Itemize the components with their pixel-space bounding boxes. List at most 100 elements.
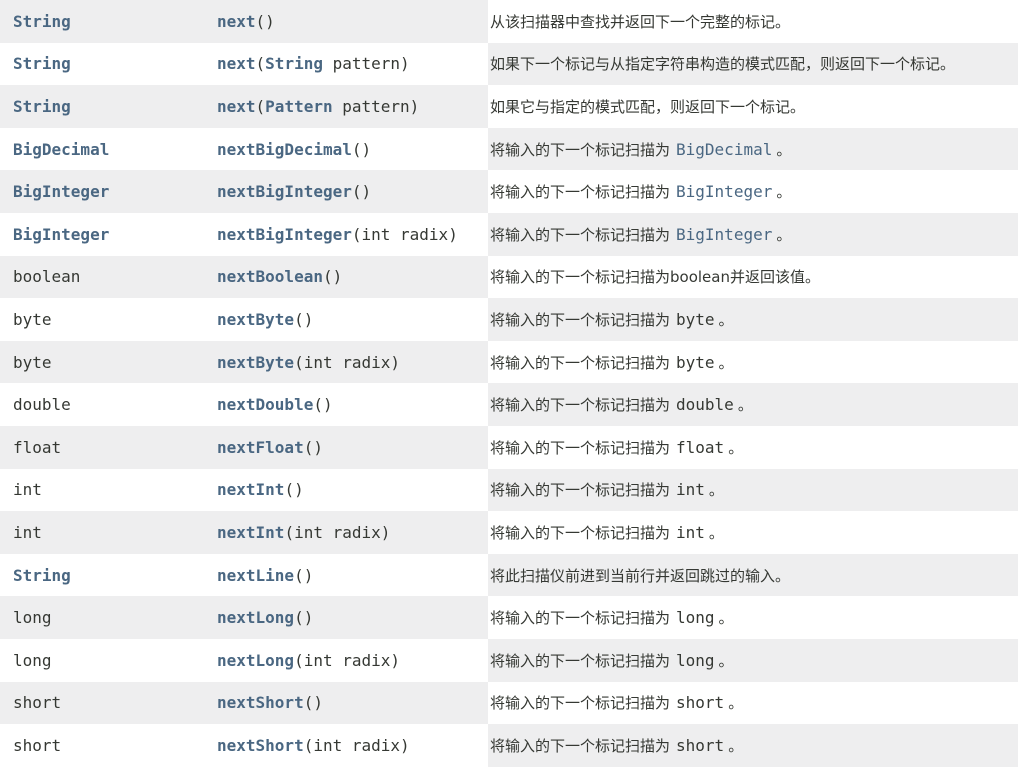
param-type-link[interactable]: Pattern bbox=[265, 97, 332, 116]
description-tail: 。 bbox=[776, 140, 792, 159]
return-type: long bbox=[13, 608, 52, 628]
description-type: long bbox=[676, 650, 715, 670]
method-signature-cell: nextShort() bbox=[204, 681, 488, 725]
method-name-link[interactable]: nextLong bbox=[217, 651, 294, 670]
method-params: () bbox=[351, 182, 372, 202]
description-cell: 将输入的下一个标记扫描为 long。 bbox=[488, 638, 1018, 682]
method-name-link[interactable]: nextInt bbox=[217, 480, 284, 499]
description-text: 将输入的下一个标记扫描为 bbox=[490, 310, 671, 329]
method-name-link[interactable]: nextByte bbox=[217, 353, 294, 372]
method-name-link[interactable]: nextBoolean bbox=[217, 267, 323, 286]
method-params: () bbox=[255, 11, 275, 31]
description-tail: 。 bbox=[708, 481, 724, 500]
method-params: () bbox=[322, 267, 343, 287]
return-type-link[interactable]: String bbox=[13, 566, 71, 585]
method-name-link[interactable]: nextShort bbox=[217, 693, 304, 712]
description-text: 将输入的下一个标记扫描为 bbox=[490, 694, 671, 713]
description-cell: 将输入的下一个标记扫描为 byte。 bbox=[488, 340, 1018, 384]
method-params: (int radix) bbox=[294, 650, 401, 670]
description-cell: 如果下一个标记与从指定字符串构造的模式匹配，则返回下一个标记。 bbox=[488, 42, 1018, 86]
table-row: short nextShort (int radix) 将输入的下一个标记扫描为 s… bbox=[0, 724, 1018, 767]
return-type-link[interactable]: BigInteger bbox=[13, 225, 109, 244]
param-name: pattern) bbox=[332, 96, 420, 116]
return-type-cell: double bbox=[0, 383, 204, 426]
description-tail: 。 bbox=[708, 523, 724, 542]
table-row: short nextShort() 将输入的下一个标记扫描为 short。 bbox=[0, 681, 1018, 725]
table-row: String next() 从该扫描器中查找并返回下一个完整的标记。 bbox=[0, 0, 1018, 43]
return-type-cell: String bbox=[0, 553, 204, 597]
method-name-link[interactable]: nextInt bbox=[217, 523, 284, 542]
return-type-cell: short bbox=[0, 724, 204, 767]
method-name-link[interactable]: nextDouble bbox=[217, 395, 313, 414]
return-type: float bbox=[13, 437, 62, 457]
table-row: long nextLong (int radix) 将输入的下一个标记扫描为 lon… bbox=[0, 638, 1018, 682]
description-type: short bbox=[676, 693, 725, 713]
description-text: 将输入的下一个标记扫描为 bbox=[490, 396, 671, 415]
method-name-link[interactable]: nextBigInteger bbox=[217, 225, 352, 244]
method-signature-cell: nextLong() bbox=[204, 596, 488, 639]
method-name-link[interactable]: nextBigDecimal bbox=[217, 140, 352, 159]
method-name-link[interactable]: nextFloat bbox=[217, 438, 304, 457]
return-type-cell: float bbox=[0, 425, 204, 469]
description-type-link[interactable]: BigDecimal bbox=[676, 140, 772, 159]
description-tail: 。 bbox=[776, 183, 792, 202]
description-cell: 将输入的下一个标记扫描为 short。 bbox=[488, 724, 1018, 767]
description-text: 如果下一个标记与从指定字符串构造的模式匹配，则返回下一个标记。 bbox=[490, 55, 956, 74]
method-params: () bbox=[284, 480, 304, 500]
table-row: BigInteger nextBigInteger (int radix) 将输入… bbox=[0, 212, 1018, 256]
return-type-link[interactable]: String bbox=[13, 12, 71, 31]
return-type-cell: long bbox=[0, 596, 204, 639]
description-cell: 将输入的下一个标记扫描为 BigInteger。 bbox=[488, 212, 1018, 256]
method-params: () bbox=[294, 565, 314, 585]
description-type: int bbox=[676, 480, 705, 500]
method-name-link[interactable]: nextLine bbox=[217, 566, 294, 585]
description-type-link[interactable]: BigInteger bbox=[676, 225, 772, 244]
return-type-cell: long bbox=[0, 638, 204, 682]
method-signature-cell: next(String pattern) bbox=[204, 42, 488, 86]
return-type-link[interactable]: BigDecimal bbox=[13, 140, 109, 159]
method-name-link[interactable]: next bbox=[217, 54, 256, 73]
description-text: 将输入的下一个标记扫描为 bbox=[490, 481, 671, 500]
description-tail: 。 bbox=[718, 609, 734, 628]
description-type-link[interactable]: BigInteger bbox=[676, 182, 772, 201]
table-row: String next(Pattern pattern) 如果它与指定的模式匹配… bbox=[0, 85, 1018, 128]
return-type: boolean bbox=[13, 267, 81, 287]
return-type-link[interactable]: String bbox=[13, 54, 71, 73]
description-type: short bbox=[676, 735, 725, 755]
description-text: 将输入的下一个标记扫描为 bbox=[490, 523, 671, 542]
description-text: 将输入的下一个标记扫描为 bbox=[490, 651, 671, 670]
return-type-cell: String bbox=[0, 42, 204, 86]
method-name-link[interactable]: next bbox=[217, 97, 256, 116]
return-type: short bbox=[13, 735, 62, 755]
description-text: 从该扫描器中查找并返回下一个完整的标记。 bbox=[490, 12, 791, 31]
method-signature-cell: next() bbox=[204, 0, 488, 43]
method-signature-cell: nextFloat() bbox=[204, 425, 488, 469]
description-tail: 。 bbox=[728, 438, 744, 457]
description-cell: 将输入的下一个标记扫描为 long。 bbox=[488, 596, 1018, 639]
return-type: int bbox=[13, 480, 42, 500]
method-signature-cell: nextLine() bbox=[204, 553, 488, 597]
method-signature-cell: next(Pattern pattern) bbox=[204, 85, 488, 128]
method-name-link[interactable]: next bbox=[217, 12, 256, 31]
method-name-link[interactable]: nextLong bbox=[217, 608, 294, 627]
method-signature-cell: nextLong (int radix) bbox=[204, 638, 488, 682]
method-params: () bbox=[294, 608, 314, 628]
method-signature-cell: nextShort (int radix) bbox=[204, 724, 488, 767]
method-name-link[interactable]: nextByte bbox=[217, 310, 294, 329]
return-type: short bbox=[13, 693, 62, 713]
param-type-link[interactable]: String bbox=[265, 54, 323, 73]
return-type-link[interactable]: String bbox=[13, 97, 71, 116]
description-text: 将输入的下一个标记扫描为 bbox=[490, 183, 671, 202]
return-type-link[interactable]: BigInteger bbox=[13, 182, 109, 201]
method-signature-cell: nextBigInteger() bbox=[204, 170, 488, 213]
method-params: () bbox=[351, 139, 372, 159]
table-row: String next(String pattern) 如果下一个标记与从指定字… bbox=[0, 42, 1018, 86]
description-cell: 将输入的下一个标记扫描为 BigDecimal。 bbox=[488, 127, 1018, 171]
method-name-link[interactable]: nextShort bbox=[217, 736, 304, 755]
description-cell: 如果它与指定的模式匹配，则返回下一个标记。 bbox=[488, 85, 1018, 128]
param-name: pattern) bbox=[322, 54, 410, 74]
method-name-link[interactable]: nextBigInteger bbox=[217, 182, 352, 201]
table-row: byte nextByte (int radix) 将输入的下一个标记扫描为 byt… bbox=[0, 340, 1018, 384]
description-tail: 。 bbox=[737, 396, 753, 415]
table-row: long nextLong() 将输入的下一个标记扫描为 long。 bbox=[0, 596, 1018, 639]
